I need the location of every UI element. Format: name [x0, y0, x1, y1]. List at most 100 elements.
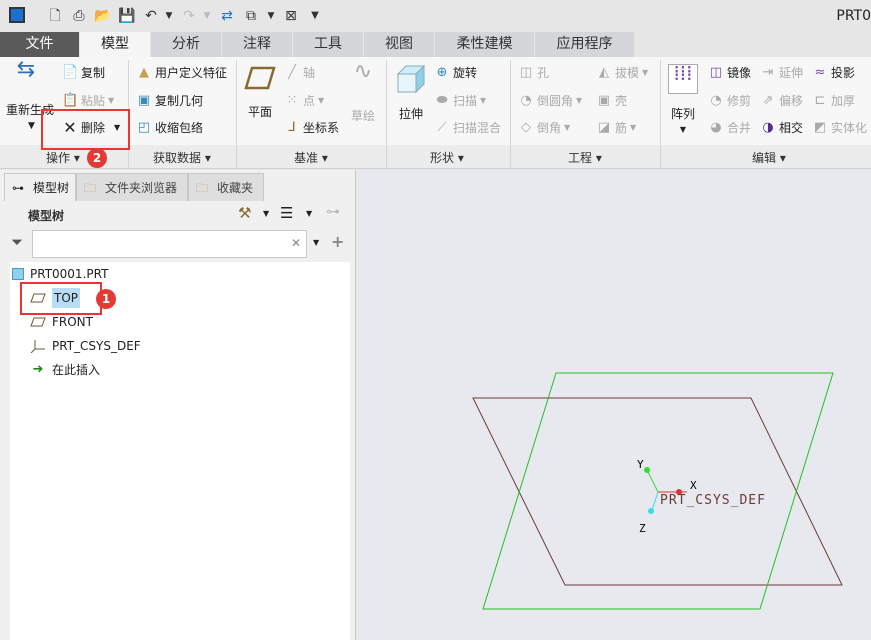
tab-applications[interactable]: 应用程序: [535, 32, 635, 57]
tree-visibility-icon: ⊶: [326, 204, 340, 220]
tree-item-csys[interactable]: PRT_CSYS_DEF: [30, 336, 141, 356]
shrinkwrap-button[interactable]: ◰ 收缩包络: [136, 119, 203, 136]
plane-icon: [30, 317, 46, 327]
redo-dropdown-icon[interactable]: ▼: [198, 7, 216, 25]
plane-button[interactable]: 平面: [244, 64, 276, 120]
print-icon[interactable]: ⎙: [70, 7, 88, 25]
group-get-data-label[interactable]: 获取数据 ▾: [153, 149, 211, 166]
solidify-icon: ◩: [813, 119, 827, 135]
extrude-button[interactable]: 拉伸: [396, 64, 426, 122]
point-button: ⁙ 点 ▼: [284, 92, 325, 109]
axis-label-z: Z: [639, 522, 646, 535]
mirror-button[interactable]: ◫ 镜像: [708, 64, 751, 81]
new-file-icon[interactable]: 🗋: [46, 7, 64, 25]
windows-icon[interactable]: ⧉: [242, 7, 260, 25]
extend-icon: ⇥: [762, 64, 774, 80]
extend-button: ⇥ 延伸: [760, 64, 803, 81]
regenerate-icon[interactable]: ⇄: [218, 7, 236, 25]
round-icon: ◔: [520, 92, 532, 108]
chamfer-button: ◇ 倒角 ▼: [518, 119, 570, 136]
chevron-down-icon[interactable]: ▼: [306, 209, 312, 218]
pattern-icon: ⁞⁞⁞: [668, 63, 698, 94]
tree-item-part[interactable]: PRT0001.PRT: [12, 264, 108, 284]
merge-icon: ◕: [710, 119, 722, 135]
save-icon[interactable]: 💾: [118, 7, 136, 25]
csys-button[interactable]: ⅃ 坐标系: [284, 119, 339, 136]
chevron-down-icon[interactable]: ▼: [263, 209, 269, 218]
insert-arrow-icon: ➜: [32, 362, 44, 377]
rib-icon: ◪: [597, 119, 611, 135]
tab-file[interactable]: 文件: [0, 32, 80, 57]
csys-triad[interactable]: Y X Z PRT_CSYS_DEF: [637, 458, 766, 535]
close-window-icon[interactable]: ⊠: [282, 7, 300, 25]
add-filter-icon[interactable]: +: [331, 232, 344, 251]
csys-label: PRT_CSYS_DEF: [660, 493, 766, 508]
group-datum-label[interactable]: 基准 ▾: [294, 149, 328, 166]
tab-folder-browser[interactable]: 🗀 文件夹浏览器: [76, 173, 188, 201]
tab-model[interactable]: 模型: [80, 32, 151, 57]
sweep-button: ⬬ 扫描 ▼: [434, 92, 486, 109]
show-list-icon[interactable]: ☰: [280, 204, 293, 222]
tab-annotate[interactable]: 注释: [222, 32, 293, 57]
draft-button: ◭ 拔模 ▼: [596, 64, 648, 81]
revolve-button[interactable]: ⊕ 旋转: [434, 64, 477, 81]
app-icon[interactable]: [9, 7, 25, 23]
tab-analysis[interactable]: 分析: [151, 32, 222, 57]
redo-icon[interactable]: ↷: [180, 7, 198, 25]
filter-icon[interactable]: ⏷: [11, 233, 23, 251]
highlight-top: [20, 282, 102, 315]
project-button[interactable]: ≈ 投影: [812, 64, 855, 81]
chamfer-icon: ◇: [521, 119, 531, 135]
favorites-folder-icon: 🗀: [196, 181, 209, 195]
settings-tools-icon[interactable]: ⚒: [238, 204, 251, 222]
shell-button: ▣ 壳: [597, 92, 628, 109]
udf-button[interactable]: ▲ 用户定义特征: [136, 64, 227, 81]
point-icon: ⁙: [286, 92, 298, 108]
undo-dropdown-icon[interactable]: ▼: [160, 7, 178, 25]
quick-access-toolbar: 🗋 ⎙ 📂 💾 ↶ ▼ ↷ ▼ ⇄ ⧉ ▼ ⊠ ▼ PRT0: [0, 0, 871, 32]
paste-button: 📋 粘贴 ▼: [62, 92, 115, 109]
tab-favorites[interactable]: 🗀 收藏夹: [188, 173, 264, 201]
hole-button: ◫ 孔: [519, 64, 550, 81]
graphics-area[interactable]: Y X Z PRT_CSYS_DEF: [357, 170, 871, 640]
tree-search-input[interactable]: [32, 230, 307, 258]
regenerate-icon: ⇆: [16, 57, 36, 82]
panel-title: 模型树: [28, 209, 65, 223]
group-operations-label[interactable]: 操作 ▾: [46, 149, 80, 166]
csys-icon: ⅃: [288, 119, 296, 135]
offset-icon: ⇗: [762, 92, 774, 108]
copy-button[interactable]: 📄 复制: [62, 64, 105, 81]
tab-view[interactable]: 视图: [364, 32, 435, 57]
customize-toolbar-icon[interactable]: ▼: [306, 7, 324, 25]
group-shapes-label[interactable]: 形状 ▾: [430, 149, 464, 166]
rib-button: ◪ 筋 ▼: [597, 119, 637, 136]
open-icon[interactable]: 📂: [94, 7, 112, 25]
step-1-badge: 1: [96, 289, 116, 309]
group-editing-label[interactable]: 编辑 ▾: [752, 149, 786, 166]
trim-icon: ◔: [710, 92, 722, 108]
tab-tools[interactable]: 工具: [293, 32, 364, 57]
pattern-button[interactable]: ⁞⁞⁞ 阵列 ▼: [668, 63, 698, 134]
tree-item-insert-here[interactable]: ➜ 在此插入: [30, 360, 100, 380]
group-engineering-label[interactable]: 工程 ▾: [568, 149, 602, 166]
swept-blend-icon: ⟋: [437, 119, 447, 135]
intersect-button[interactable]: ◑ 相交: [760, 119, 803, 136]
thicken-icon: ⊏: [814, 92, 826, 108]
solidify-button: ◩ 实体化: [813, 119, 868, 136]
project-icon: ≈: [814, 64, 826, 80]
extrude-icon: [396, 64, 426, 94]
sketch-button: ∿ 草绘: [348, 59, 378, 124]
sketch-icon: ∿: [353, 59, 373, 84]
undo-icon[interactable]: ↶: [142, 7, 160, 25]
ribbon-tabs: 文件 模型 分析 注释 工具 视图 柔性建模 应用程序: [0, 32, 871, 57]
chevron-down-icon: ▼: [679, 125, 687, 134]
tree-item-front[interactable]: FRONT: [30, 312, 93, 332]
chevron-down-icon[interactable]: ▼: [313, 238, 319, 247]
tab-flexible-modeling[interactable]: 柔性建模: [435, 32, 535, 57]
tab-model-tree[interactable]: ⊶ 模型树: [4, 173, 76, 201]
copy-geometry-button[interactable]: ▣ 复制几何: [136, 92, 203, 109]
trim-button: ◔ 修剪: [708, 92, 751, 109]
csys-icon: [30, 340, 45, 353]
clear-search-icon[interactable]: ✕: [291, 236, 301, 250]
windows-dropdown-icon[interactable]: ▼: [262, 7, 280, 25]
